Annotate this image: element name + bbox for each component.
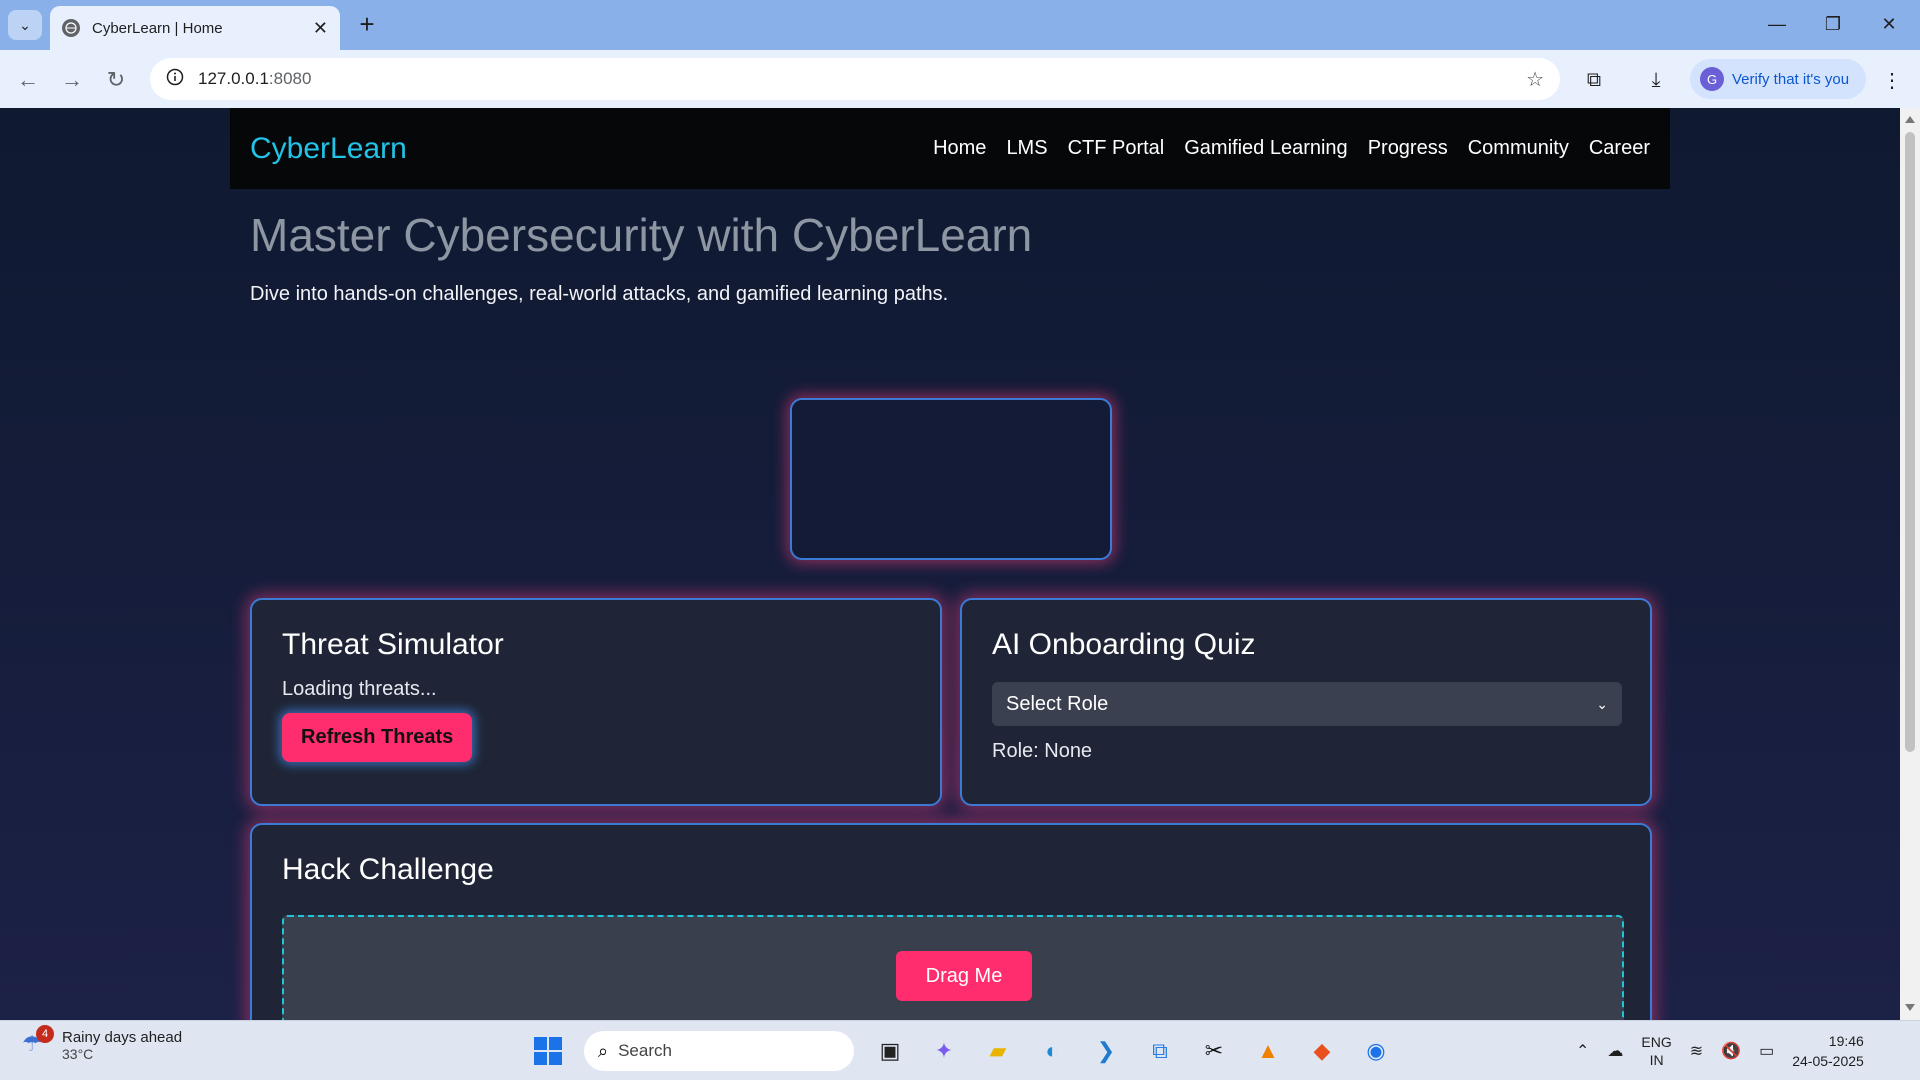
search-icon: ⌕	[598, 1040, 609, 1061]
new-tab-button[interactable]: +	[352, 10, 382, 40]
site-brand-logo[interactable]: CyberLearn	[250, 132, 407, 166]
taskbar-apps: ⌕ Search ▣ ✦ ▰ ◐ ❯ ⧉ ✂ ▲ ◆ ◉	[526, 1029, 1398, 1073]
language-indicator[interactable]: ENG IN	[1641, 1033, 1671, 1069]
scrollbar-thumb[interactable]	[1905, 132, 1915, 752]
profile-avatar: G	[1700, 67, 1724, 91]
forward-button[interactable]: →	[56, 64, 88, 96]
threat-status-text: Loading threats...	[282, 678, 437, 700]
edge-browser-icon[interactable]: ◐	[1030, 1029, 1074, 1073]
nav-link-ctf-portal[interactable]: CTF Portal	[1068, 137, 1165, 160]
role-select-value: Select Role	[1006, 692, 1109, 715]
cloud-off-icon[interactable]: ☁	[1607, 1041, 1623, 1061]
weather-title: Rainy days ahead	[62, 1029, 183, 1046]
browser-toolbar: ← → ↻ 127.0.0.1:8080 ☆ ⧉ ⤓ G Verify that…	[0, 50, 1920, 108]
selected-role-text: Role: None	[992, 740, 1093, 762]
chevron-down-icon: ⌄	[19, 16, 31, 33]
capcut-icon[interactable]: ✂	[1192, 1029, 1236, 1073]
back-arrow-icon: ←	[17, 67, 39, 92]
hero-subtitle: Dive into hands-on challenges, real-worl…	[250, 283, 949, 305]
forward-arrow-icon: →	[61, 67, 83, 92]
umbrella-icon: ☂ 4	[22, 1024, 54, 1061]
threat-simulator-card: Threat Simulator Loading threats... Refr…	[250, 598, 942, 806]
page-scrollbar[interactable]	[1900, 108, 1920, 1020]
site-nav-links: Home LMS CTF Portal Gamified Learning Pr…	[933, 137, 1650, 160]
vlc-icon[interactable]: ▲	[1246, 1029, 1290, 1073]
restore-button[interactable]: ❐	[1810, 8, 1856, 40]
weather-badge: 4	[36, 1024, 54, 1043]
weather-widget[interactable]: ☂ 4 Rainy days ahead 33°C	[22, 1024, 183, 1062]
chrome-menu-icon[interactable]: ⋮	[1876, 64, 1908, 96]
vscode-icon[interactable]: ❯	[1084, 1029, 1128, 1073]
weather-temp: 33°C	[62, 1046, 94, 1062]
back-button[interactable]: ←	[12, 64, 44, 96]
scroll-down-arrow-icon[interactable]	[1905, 1004, 1915, 1011]
windows-logo-icon	[534, 1037, 562, 1065]
verify-identity-button[interactable]: G Verify that it's you	[1690, 59, 1866, 99]
chevron-up-icon[interactable]: ⌃	[1576, 1041, 1589, 1061]
nav-link-community[interactable]: Community	[1468, 137, 1569, 160]
bookmark-star-icon[interactable]: ☆	[1526, 67, 1544, 92]
nav-link-home[interactable]: Home	[933, 137, 986, 160]
site-navbar: CyberLearn Home LMS CTF Portal Gamified …	[230, 108, 1670, 189]
drag-me-button[interactable]: Drag Me	[896, 951, 1032, 1001]
tab-search-button[interactable]: ⌄	[8, 10, 42, 40]
system-tray: ⌃ ☁ ENG IN ≋ 🔇 ▭ 19:46 24-05-2025	[1576, 1031, 1864, 1071]
region-code: IN	[1649, 1052, 1664, 1068]
windows-taskbar: ☂ 4 Rainy days ahead 33°C ⌕ Search ▣ ✦ ▰…	[0, 1020, 1920, 1080]
role-select[interactable]: Select Role ⌄	[992, 682, 1622, 726]
nav-link-gamified-learning[interactable]: Gamified Learning	[1184, 137, 1347, 160]
quiz-title: AI Onboarding Quiz	[992, 628, 1256, 661]
minimize-button[interactable]: —	[1754, 8, 1800, 40]
ai-onboarding-quiz-card: AI Onboarding Quiz Select Role ⌄ Role: N…	[960, 598, 1652, 806]
nav-link-career[interactable]: Career	[1589, 137, 1650, 160]
tab-title: CyberLearn | Home	[92, 19, 223, 37]
nav-link-progress[interactable]: Progress	[1368, 137, 1448, 160]
taskbar-search-label: Search	[618, 1041, 672, 1060]
battery-icon[interactable]: ▭	[1759, 1041, 1774, 1061]
scroll-up-arrow-icon[interactable]	[1905, 116, 1915, 123]
threat-simulator-title: Threat Simulator	[282, 628, 504, 661]
url-port: :8080	[268, 69, 312, 88]
hack-challenge-title: Hack Challenge	[282, 853, 494, 886]
app-window-icon[interactable]: ⧉	[1138, 1029, 1182, 1073]
nav-link-lms[interactable]: LMS	[1006, 137, 1047, 160]
drop-zone[interactable]: Drag Me	[282, 915, 1624, 1020]
clock-date: 24-05-2025	[1792, 1053, 1864, 1069]
globe-icon	[62, 19, 80, 37]
address-bar[interactable]: 127.0.0.1:8080 ☆	[150, 58, 1560, 100]
hero-visual-box	[790, 398, 1112, 560]
speaker-muted-icon[interactable]: 🔇	[1721, 1041, 1741, 1061]
browser-tab-bar: ⌄ CyberLearn | Home ✕ + — ❐ ✕	[0, 0, 1920, 50]
hero-title: Master Cybersecurity with CyberLearn	[250, 209, 1033, 261]
clock[interactable]: 19:46 24-05-2025	[1792, 1031, 1864, 1071]
browser-tab-active[interactable]: CyberLearn | Home ✕	[50, 6, 340, 50]
refresh-threats-button[interactable]: Refresh Threats	[282, 713, 473, 762]
start-button[interactable]	[526, 1029, 570, 1073]
download-icon[interactable]: ⤓	[1640, 64, 1672, 96]
url-text: 127.0.0.1:8080	[198, 69, 311, 89]
chevron-down-icon: ⌄	[1596, 695, 1608, 712]
close-window-button[interactable]: ✕	[1866, 8, 1912, 40]
close-tab-icon[interactable]: ✕	[313, 18, 328, 39]
reload-icon: ↻	[106, 67, 126, 92]
taskbar-search[interactable]: ⌕ Search	[584, 1031, 854, 1071]
verify-label: Verify that it's you	[1732, 70, 1850, 88]
url-host: 127.0.0.1	[198, 69, 269, 88]
clock-time: 19:46	[1828, 1033, 1864, 1049]
brave-icon[interactable]: ◆	[1300, 1029, 1344, 1073]
task-view-icon[interactable]: ▣	[868, 1029, 912, 1073]
site-info-icon[interactable]	[166, 68, 184, 91]
chrome-icon[interactable]: ◉	[1354, 1029, 1398, 1073]
copilot-icon[interactable]: ✦	[922, 1029, 966, 1073]
extensions-icon[interactable]: ⧉	[1578, 64, 1610, 96]
wifi-icon[interactable]: ≋	[1690, 1041, 1703, 1061]
reload-button[interactable]: ↻	[100, 64, 132, 96]
language-code: ENG	[1641, 1034, 1672, 1050]
hack-challenge-card: Hack Challenge Drag Me	[250, 823, 1652, 1020]
page-viewport: CyberLearn Home LMS CTF Portal Gamified …	[0, 108, 1900, 1020]
file-explorer-icon[interactable]: ▰	[976, 1029, 1020, 1073]
